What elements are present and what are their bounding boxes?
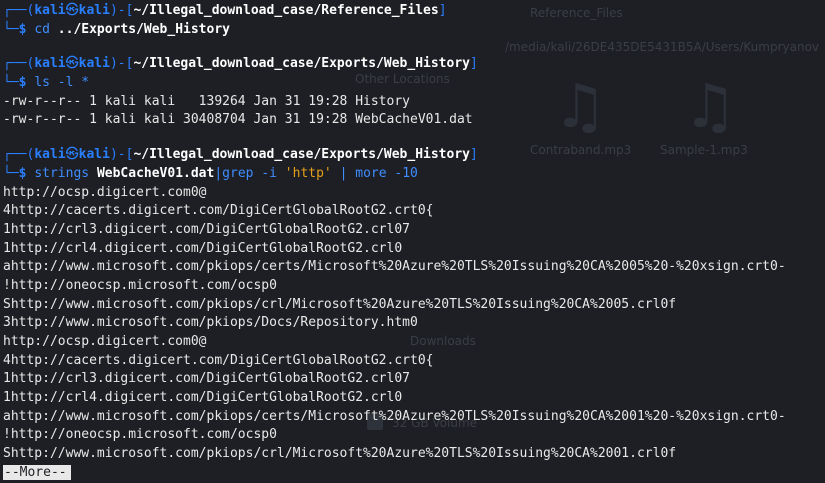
command-name: strings (34, 165, 90, 181)
prompt-path: ~/Illegal_download_case/Reference_Files (133, 3, 439, 18)
more-command: more (355, 165, 387, 181)
command-args: -l * (57, 75, 90, 91)
output-line: 3http://www.microsoft.com/pkiops/Docs/Re… (3, 315, 418, 331)
grep-pattern: 'http' (284, 165, 332, 181)
output-line: -rw-r--r-- 1 kali kali 30408704 Jan 31 1… (3, 112, 473, 128)
prompt-line: ┌──(kali㉿kali)-[~/Illegal_download_case/… (3, 3, 447, 18)
output-line: http://ocsp.digicert.com0@ (3, 184, 207, 200)
prompt-user: kali (34, 3, 66, 18)
strings-output: http://ocsp.digicert.com0@ 4http://cacert… (3, 184, 825, 464)
output-line: 1http://crl4.digicert.com/DigiCertGlobal… (3, 390, 403, 406)
output-line: 4http://cacerts.digicert.com/DigiCertGlo… (3, 352, 434, 368)
terminal-window[interactable]: ┌──(kali㉿kali)-[~/Illegal_download_case/… (0, 0, 825, 480)
grep-command: grep (222, 165, 254, 181)
pager-line: --More-- (3, 464, 825, 483)
output-line: 4http://cacerts.digicert.com/DigiCertGlo… (3, 203, 434, 219)
command-name: cd (34, 21, 50, 37)
output-line: ahttp://www.microsoft.com/pkiops/certs/M… (3, 408, 786, 424)
command-args: ../Exports/Web_History (57, 21, 230, 37)
prompt-path: ~/Illegal_download_case/Exports/Web_Hist… (133, 147, 470, 163)
output-line: 1http://crl3.digicert.com/DigiCertGlobal… (3, 221, 410, 237)
command-line: └─$ cd ../Exports/Web_History (3, 21, 230, 37)
output-line: !http://oneocsp.microsoft.com/ocsp0 (3, 427, 277, 443)
pager-more-indicator[interactable]: --More-- (3, 464, 71, 480)
prompt-line: ┌──(kali㉿kali)-[~/Illegal_download_case/… (3, 56, 478, 72)
prompt-line: ┌──(kali㉿kali)-[~/Illegal_download_case/… (3, 147, 478, 163)
prompt-path: ~/Illegal_download_case/Exports/Web_Hist… (133, 56, 470, 72)
prompt-host: kali (78, 147, 110, 163)
command-line: └─$ ls -l * (3, 75, 90, 91)
output-line: Shttp://www.microsoft.com/pkiops/crl/Mic… (3, 446, 677, 462)
prompt-user: kali (34, 56, 66, 72)
output-line: 1http://crl4.digicert.com/DigiCertGlobal… (3, 240, 403, 256)
grep-flag: -i (261, 165, 277, 181)
output-line: -rw-r--r-- 1 kali kali 139264 Jan 31 19:… (3, 93, 410, 109)
prompt-host: kali (78, 56, 110, 72)
prompt-user: kali (34, 147, 66, 163)
pipe-symbol: | (339, 165, 348, 181)
output-line: ahttp://www.microsoft.com/pkiops/certs/M… (3, 259, 786, 275)
output-line: Shttp://www.microsoft.com/pkiops/crl/Mic… (3, 296, 677, 312)
output-line: 1http://crl3.digicert.com/DigiCertGlobal… (3, 371, 410, 387)
command-name: ls (34, 75, 50, 91)
output-line: http://ocsp.digicert.com0@ (3, 334, 207, 349)
pipe-symbol: | (214, 165, 223, 181)
output-line: !http://oneocsp.microsoft.com/ocsp0 (3, 277, 277, 293)
more-flag: -10 (394, 165, 418, 181)
command-line: └─$ strings WebCacheV01.dat|grep -i 'htt… (3, 165, 418, 181)
prompt-host: kali (78, 3, 110, 18)
command-file: WebCacheV01.dat (96, 165, 215, 181)
